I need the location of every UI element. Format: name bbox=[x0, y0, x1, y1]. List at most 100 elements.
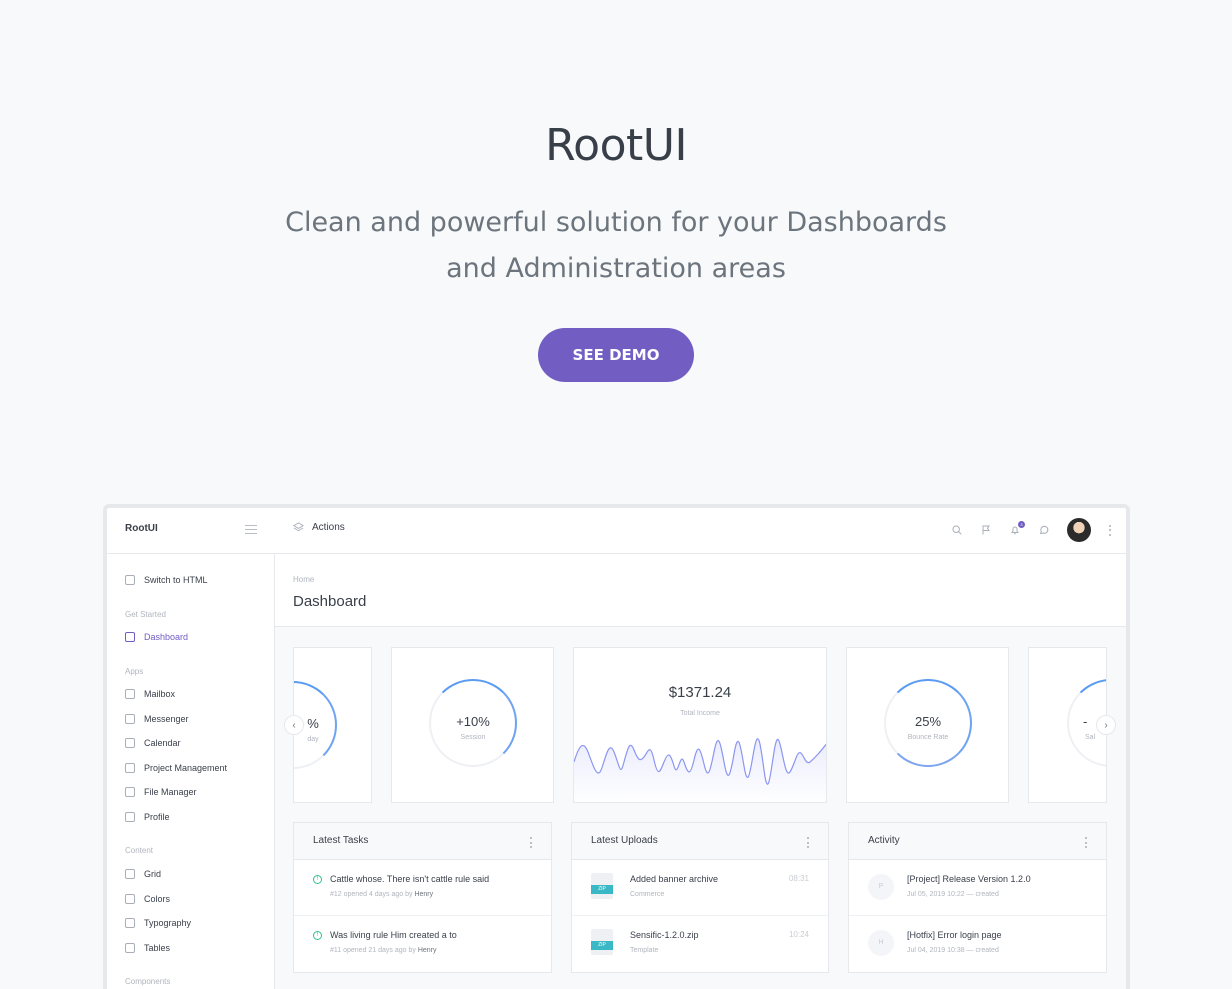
activity-title: [Hotfix] Error login page bbox=[907, 930, 1002, 940]
sidebar-item-file-manager[interactable]: File Manager bbox=[125, 787, 197, 797]
activity-row[interactable]: H [Hotfix] Error login page Jul 04, 2019… bbox=[849, 916, 1106, 972]
progress-ring: +10% Session bbox=[429, 679, 517, 767]
sidebar-item-label: File Manager bbox=[144, 787, 197, 797]
actions-label: Actions bbox=[312, 522, 345, 533]
user-icon bbox=[125, 812, 135, 822]
book-icon bbox=[125, 763, 135, 773]
latest-uploads-panel: Latest Uploads ZIP Added banner archive … bbox=[571, 822, 829, 973]
sidebar-item-colors[interactable]: Colors bbox=[125, 894, 170, 904]
widget-label: Session bbox=[460, 734, 486, 741]
widget-value: +10% bbox=[456, 714, 490, 729]
zip-file-icon: ZIP bbox=[591, 929, 613, 955]
panel-title: Activity bbox=[868, 835, 900, 846]
task-author[interactable]: Henry bbox=[418, 947, 437, 954]
app-preview-frame: RootUI Actions 3 Switch to HTML Get Star… bbox=[103, 504, 1130, 989]
hero-title: RootUI bbox=[545, 120, 687, 171]
sidebar-section-get-started: Get Started bbox=[125, 610, 166, 619]
sidebar-item-switch-html[interactable]: Switch to HTML bbox=[125, 575, 208, 585]
upload-row[interactable]: ZIP Sensific-1.2.0.zip Template 10:24 bbox=[572, 916, 828, 972]
task-author[interactable]: Henry bbox=[414, 891, 433, 898]
chevron-left-icon: ‹ bbox=[292, 719, 296, 731]
bell-icon[interactable]: 3 bbox=[1009, 520, 1025, 536]
sidebar-item-profile[interactable]: Profile bbox=[125, 812, 170, 822]
page-title: Dashboard bbox=[293, 593, 367, 610]
more-options-icon[interactable] bbox=[1109, 524, 1112, 536]
carousel-prev-button[interactable]: ‹ bbox=[284, 715, 304, 735]
task-title: Was living rule Him created a to bbox=[330, 930, 457, 940]
sidebar-item-tables[interactable]: Tables bbox=[125, 943, 170, 953]
sidebar-item-typography[interactable]: Typography bbox=[125, 918, 191, 928]
panel-header: Activity bbox=[849, 823, 1106, 860]
sidebar-item-label: Project Management bbox=[144, 763, 228, 773]
task-meta: #11 opened 21 days ago by Henry bbox=[330, 947, 437, 954]
app-logo[interactable]: RootUI bbox=[125, 523, 158, 534]
file-icon bbox=[125, 787, 135, 797]
upload-time: 08:31 bbox=[788, 874, 809, 883]
more-options-icon[interactable] bbox=[530, 837, 533, 848]
layers-icon bbox=[293, 522, 304, 532]
widget-card-bounce: 25% Bounce Rate bbox=[846, 647, 1009, 803]
latest-tasks-panel: Latest Tasks ! Cattle whose. There isn't… bbox=[293, 822, 552, 973]
actions-menu[interactable]: Actions bbox=[293, 522, 345, 533]
sidebar-item-label: Profile bbox=[144, 812, 170, 822]
carousel-next-button[interactable]: › bbox=[1096, 715, 1116, 735]
sidebar-item-dashboard[interactable]: Dashboard bbox=[125, 632, 188, 642]
bold-icon bbox=[125, 918, 135, 928]
sidebar-item-mailbox[interactable]: Mailbox bbox=[125, 689, 175, 699]
widget-value: 25% bbox=[914, 714, 942, 729]
more-options-icon[interactable] bbox=[1085, 837, 1088, 848]
hero-subtitle-line-1: Clean and powerful solution for your Das… bbox=[285, 207, 947, 238]
user-avatar[interactable] bbox=[1067, 518, 1091, 542]
income-sparkline bbox=[574, 738, 826, 802]
upload-time: 10:24 bbox=[788, 930, 809, 939]
panel-title: Latest Tasks bbox=[313, 835, 369, 846]
sidebar-item-label: Typography bbox=[144, 918, 192, 928]
hero-subtitle: Clean and powerful solution for your Das… bbox=[266, 200, 966, 292]
search-icon[interactable] bbox=[951, 525, 962, 536]
hero-subtitle-line-2: and Administration areas bbox=[446, 253, 786, 284]
sidebar-section-apps: Apps bbox=[125, 667, 144, 676]
sidebar-item-project-management[interactable]: Project Management bbox=[125, 763, 227, 773]
sidebar-item-label: Switch to HTML bbox=[144, 575, 208, 585]
sidebar-item-label: Tables bbox=[144, 943, 171, 953]
sidebar-item-messenger[interactable]: Messenger bbox=[125, 714, 189, 724]
sidebar-item-label: Mailbox bbox=[144, 689, 176, 699]
sidebar-item-label: Calendar bbox=[144, 738, 181, 748]
widget-card-partial-left: % day bbox=[293, 647, 372, 803]
task-row[interactable]: ! Cattle whose. There isn't cattle rule … bbox=[294, 860, 551, 916]
topbar-icons: 3 bbox=[951, 518, 1112, 542]
top-navbar: RootUI Actions 3 bbox=[107, 508, 1126, 554]
sidebar-item-calendar[interactable]: Calendar bbox=[125, 738, 181, 748]
page-header: Home Dashboard bbox=[275, 554, 1126, 627]
widget-label: Sal bbox=[1085, 734, 1096, 741]
sidebar-item-grid[interactable]: Grid bbox=[125, 869, 161, 879]
menu-toggle-icon[interactable] bbox=[245, 525, 257, 534]
widget-card-session: +10% Session bbox=[391, 647, 554, 803]
see-demo-button[interactable]: SEE DEMO bbox=[538, 328, 694, 382]
activity-panel: Activity P [Project] Release Version 1.2… bbox=[848, 822, 1107, 973]
activity-initial: H bbox=[868, 930, 894, 956]
sidebar-section-content: Content bbox=[125, 846, 154, 855]
task-row[interactable]: ! Was living rule Him created a to #11 o… bbox=[294, 916, 551, 972]
list-icon bbox=[125, 943, 135, 953]
flag-icon[interactable] bbox=[980, 525, 991, 536]
panel-title: Latest Uploads bbox=[591, 835, 658, 846]
widget-label: Bounce Rate bbox=[907, 734, 949, 741]
send-icon bbox=[125, 689, 135, 699]
task-meta: #12 opened 4 days ago by Henry bbox=[330, 891, 434, 898]
panel-header: Latest Tasks bbox=[294, 823, 551, 860]
sidebar: Switch to HTML Get Started Dashboard App… bbox=[107, 554, 275, 989]
activity-row[interactable]: P [Project] Release Version 1.2.0 Jul 05… bbox=[849, 860, 1106, 916]
sidebar-item-label: Colors bbox=[144, 894, 171, 904]
upload-category: Template bbox=[630, 947, 659, 954]
more-options-icon[interactable] bbox=[807, 837, 810, 848]
chat-icon[interactable] bbox=[1038, 525, 1049, 536]
sidebar-item-label: Messenger bbox=[144, 714, 189, 724]
income-value: $1371.24 bbox=[668, 684, 732, 701]
widget-value: - bbox=[1083, 714, 1088, 729]
main-content: Home Dashboard % day +10% Session $1371.… bbox=[275, 554, 1126, 989]
upload-row[interactable]: ZIP Added banner archive Commerce 08:31 bbox=[572, 860, 828, 916]
sidebar-section-components: Components bbox=[125, 977, 171, 986]
breadcrumb[interactable]: Home bbox=[293, 575, 314, 584]
upload-name: Added banner archive bbox=[630, 874, 719, 884]
